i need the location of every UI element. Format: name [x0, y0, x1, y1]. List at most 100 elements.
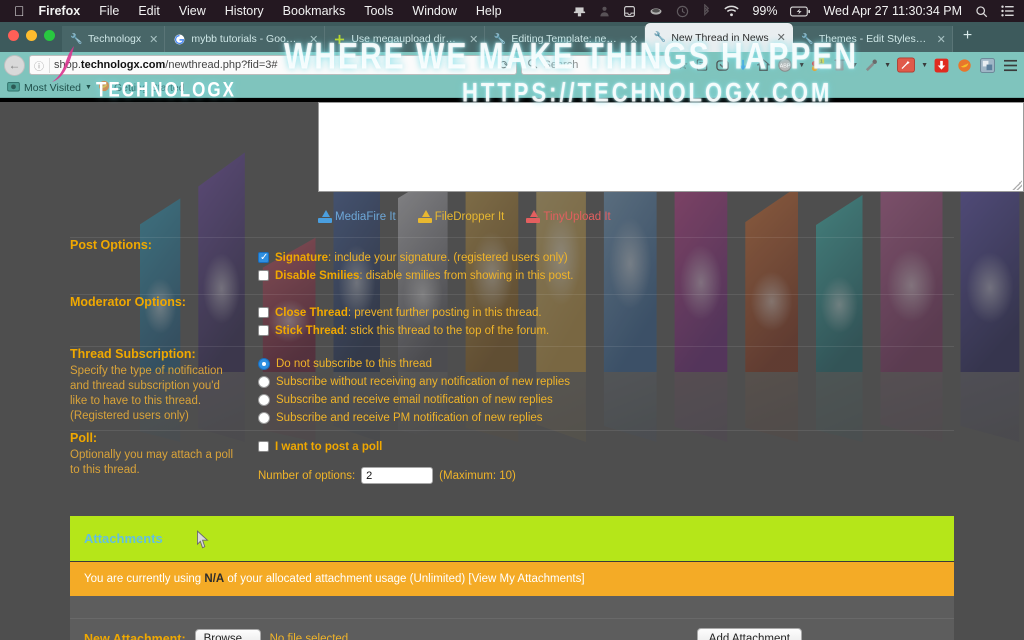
chevron-down-icon[interactable]: ▼: [884, 62, 891, 69]
adblock-icon[interactable]: ABP: [776, 58, 794, 72]
hamburger-menu-icon[interactable]: [1001, 59, 1020, 72]
site-info-icon[interactable]: ⓘ: [34, 57, 50, 73]
menu-item-bookmarks[interactable]: Bookmarks: [283, 4, 346, 18]
bookmark-label: Getting Started: [113, 81, 185, 94]
close-thread-checkbox[interactable]: [258, 307, 269, 318]
notification-center-icon[interactable]: [1001, 5, 1015, 17]
radio-subscribe-email[interactable]: Subscribe and receive email notification…: [258, 392, 954, 408]
menu-item-view[interactable]: View: [179, 4, 206, 18]
poll-checkbox-row[interactable]: I want to post a poll: [258, 439, 954, 455]
new-attachment-label: New Attachment:: [84, 631, 186, 640]
wifi-icon[interactable]: [724, 5, 740, 17]
google-icon: [173, 33, 186, 46]
tools-icon[interactable]: [862, 59, 880, 72]
trash-icon[interactable]: [832, 58, 847, 72]
menu-item-window[interactable]: Window: [412, 4, 456, 18]
moderator-options-row: Moderator Options: Close Thread: prevent…: [70, 294, 954, 344]
firefox-icon[interactable]: [955, 58, 974, 73]
zoom-window-button[interactable]: [44, 30, 55, 41]
apple-logo-icon[interactable]: : [14, 4, 25, 18]
tab-new-thread-in-news[interactable]: 🔧 New Thread in News ✕: [645, 23, 793, 52]
reader-icon[interactable]: [694, 59, 710, 71]
timemachine-icon[interactable]: [676, 5, 689, 18]
tab-megaupload[interactable]: Use megaupload directly... ✕: [325, 26, 486, 52]
back-button[interactable]: ←: [4, 54, 25, 76]
stick-thread-checkbox[interactable]: [258, 325, 269, 336]
tab-close-icon[interactable]: ✕: [466, 33, 478, 46]
bookmark-most-visited[interactable]: Most Visited ▼: [7, 81, 92, 95]
window-controls[interactable]: [8, 30, 55, 41]
tab-close-icon[interactable]: ✕: [146, 33, 158, 46]
message-textarea[interactable]: [318, 102, 1024, 192]
close-window-button[interactable]: [8, 30, 19, 41]
mediafire-upload-link[interactable]: MediaFire It: [318, 210, 396, 223]
colorpicker-palette-icon[interactable]: 1: [809, 57, 828, 73]
home-icon[interactable]: [755, 59, 772, 71]
tab-close-icon[interactable]: ✕: [626, 33, 638, 46]
option-text: Stick Thread: stick this thread to the t…: [275, 325, 550, 337]
radio-subscribe-pm[interactable]: Subscribe and receive PM notification of…: [258, 410, 954, 426]
tab-close-icon[interactable]: ✕: [774, 31, 786, 44]
tab-technologx[interactable]: 🔧 Technologx ✕: [62, 26, 166, 52]
menu-item-history[interactable]: History: [225, 4, 264, 18]
poll-options-input[interactable]: [361, 467, 434, 484]
thread-subscription-label: Thread Subscription: Specify the type of…: [70, 347, 248, 424]
post-poll-checkbox[interactable]: [258, 441, 269, 452]
search-icon[interactable]: [975, 5, 988, 18]
tab-mybb-tutorials[interactable]: mybb tutorials - Google S... ✕: [165, 26, 326, 52]
printer-icon[interactable]: [573, 5, 586, 18]
menu-item-file[interactable]: File: [99, 4, 119, 18]
chevron-down-icon[interactable]: ▼: [921, 62, 928, 69]
menu-item-help[interactable]: Help: [476, 4, 502, 18]
user-icon[interactable]: [599, 5, 610, 18]
option-text: Signature: include your signature. (regi…: [275, 252, 568, 264]
bookmark-getting-started[interactable]: Getting Started: [98, 80, 185, 95]
subscription-radio[interactable]: [258, 394, 270, 406]
browse-button[interactable]: Browse...: [194, 628, 261, 640]
option-signature[interactable]: Signature: include your signature. (regi…: [258, 250, 954, 266]
download-arrow-icon[interactable]: [932, 58, 951, 73]
reload-icon[interactable]: ⟳: [496, 58, 512, 72]
minimize-window-button[interactable]: [26, 30, 37, 41]
filedropper-upload-link[interactable]: FileDropper It: [417, 210, 504, 223]
subscription-radio[interactable]: [258, 376, 270, 388]
poll-max-note: (Maximum: 10): [439, 469, 516, 482]
screenshot-icon[interactable]: [978, 57, 997, 73]
subscription-radio[interactable]: [258, 412, 270, 424]
signature-checkbox[interactable]: [258, 250, 269, 266]
tab-themes-edit-stylesheet[interactable]: 🔧 Themes - Edit Stylesheet:... ✕: [792, 26, 953, 52]
tab-close-icon[interactable]: ✕: [934, 33, 946, 46]
chevron-down-icon[interactable]: ▼: [851, 62, 858, 69]
menu-item-edit[interactable]: Edit: [138, 4, 160, 18]
new-tab-button[interactable]: +: [953, 27, 982, 48]
tab-close-icon[interactable]: ✕: [306, 33, 318, 46]
bluetooth-icon[interactable]: [702, 4, 711, 18]
address-bar[interactable]: ⓘ shop.technologx.com/newthread.php?fid=…: [29, 55, 518, 75]
coffee-icon[interactable]: [649, 6, 663, 17]
option-text: Do not subscribe to this thread: [276, 358, 432, 370]
radio-subscribe-none[interactable]: Subscribe without receiving any notifica…: [258, 374, 954, 390]
search-bar[interactable]: Search: [521, 55, 672, 75]
chevron-down-icon[interactable]: ▼: [798, 62, 805, 69]
eyedropper-icon[interactable]: [895, 57, 917, 73]
chevron-down-icon[interactable]: ▼: [85, 84, 92, 91]
option-text: Subscribe and receive email notification…: [276, 394, 553, 406]
disable-smilies-checkbox[interactable]: [258, 270, 269, 281]
downloads-icon[interactable]: [735, 59, 751, 72]
add-attachment-button[interactable]: Add Attachment: [696, 627, 802, 640]
menu-item-firefox[interactable]: Firefox: [39, 4, 81, 18]
inbox-icon[interactable]: [623, 5, 636, 18]
tab-editing-template[interactable]: 🔧 Editing Template: newthr... ✕: [485, 26, 646, 52]
battery-icon[interactable]: [790, 6, 811, 17]
pocket-icon[interactable]: [714, 59, 731, 72]
subscription-radio[interactable]: [258, 358, 270, 370]
bookmark-star-icon[interactable]: ☆: [675, 58, 690, 72]
tinyupload-upload-link[interactable]: TinyUpload It: [526, 210, 611, 223]
no-file-selected-label: No file selected.: [269, 632, 352, 640]
option-stick-thread[interactable]: Stick Thread: stick this thread to the t…: [258, 323, 954, 339]
option-close-thread[interactable]: Close Thread: prevent further posting in…: [258, 305, 954, 321]
menu-item-tools[interactable]: Tools: [364, 4, 393, 18]
radio-no-subscribe[interactable]: Do not subscribe to this thread: [258, 356, 954, 372]
resize-grip[interactable]: [1012, 180, 1022, 190]
option-disable-smilies[interactable]: Disable Smilies: disable smilies from sh…: [258, 268, 954, 284]
